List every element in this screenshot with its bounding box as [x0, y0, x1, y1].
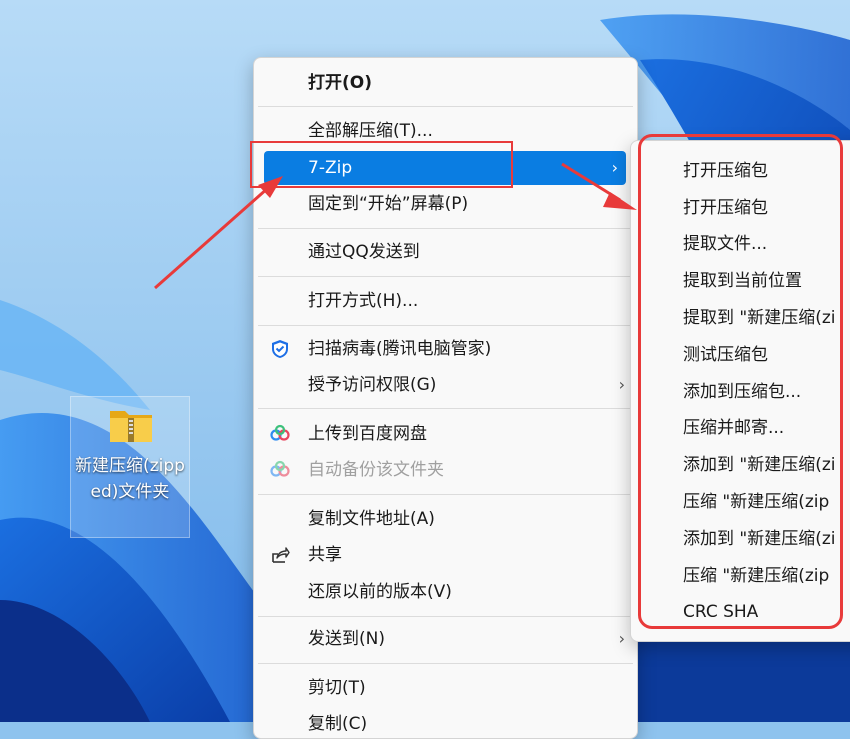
- menu-item-copy-path[interactable]: 复制文件地址(A): [258, 502, 633, 536]
- menu-divider: [258, 494, 633, 495]
- menu-item-label: 上传到百度网盘: [308, 424, 427, 444]
- menu-divider: [258, 408, 633, 409]
- menu-item-auto-backup[interactable]: 自动备份该文件夹: [258, 453, 633, 487]
- menu-item-open-with[interactable]: 打开方式(H)...: [258, 284, 633, 318]
- annotation-box-submenu: [638, 134, 843, 629]
- menu-item-label: 发送到(N): [308, 629, 385, 649]
- menu-divider: [258, 325, 633, 326]
- menu-item-label: 剪切(T): [308, 678, 366, 698]
- menu-item-share[interactable]: 共享: [258, 538, 633, 572]
- annotation-box-7zip: [250, 141, 513, 188]
- menu-divider: [258, 616, 633, 617]
- baidu-netdisk-icon: [270, 460, 290, 477]
- chevron-right-icon: ›: [618, 375, 625, 394]
- shield-icon: [272, 340, 288, 358]
- menu-item-label: 还原以前的版本(V): [308, 582, 452, 602]
- menu-item-label: 通过QQ发送到: [308, 242, 420, 262]
- menu-item-label: 复制文件地址(A): [308, 509, 435, 529]
- zip-folder-icon: [110, 411, 152, 442]
- menu-item-label: 共享: [308, 545, 342, 565]
- menu-item-grant-access[interactable]: 授予访问权限(G) ›: [258, 368, 633, 402]
- menu-item-label: 自动备份该文件夹: [308, 460, 444, 480]
- desktop-folder-label: 新建压缩(zipped)文件夹: [75, 456, 185, 502]
- menu-item-open[interactable]: 打开(O): [258, 66, 633, 100]
- menu-item-send-to[interactable]: 发送到(N) ›: [258, 622, 633, 656]
- menu-item-scan-virus[interactable]: 扫描病毒(腾讯电脑管家): [258, 332, 633, 366]
- menu-divider: [258, 228, 633, 229]
- menu-item-copy[interactable]: 复制(C): [258, 707, 633, 738]
- menu-divider: [258, 106, 633, 107]
- menu-item-send-qq[interactable]: 通过QQ发送到: [258, 235, 633, 269]
- menu-item-pin-start[interactable]: 固定到“开始”屏幕(P): [258, 187, 633, 221]
- menu-item-cut[interactable]: 剪切(T): [258, 671, 633, 705]
- share-icon: [272, 547, 290, 563]
- desktop-zip-folder[interactable]: 新建压缩(zipped)文件夹: [70, 396, 190, 538]
- baidu-netdisk-icon: [270, 424, 290, 441]
- menu-item-label: 打开(O): [308, 73, 372, 93]
- menu-item-label: 复制(C): [308, 714, 368, 734]
- menu-item-label: 固定到“开始”屏幕(P): [308, 194, 469, 214]
- chevron-right-icon: ›: [611, 158, 618, 177]
- menu-divider: [258, 276, 633, 277]
- menu-item-restore[interactable]: 还原以前的版本(V): [258, 575, 633, 609]
- menu-item-upload-baidu[interactable]: 上传到百度网盘: [258, 417, 633, 451]
- menu-item-label: 打开方式(H)...: [308, 291, 419, 311]
- chevron-right-icon: ›: [618, 629, 625, 648]
- menu-divider: [258, 663, 633, 664]
- menu-item-label: 授予访问权限(G): [308, 375, 437, 395]
- menu-item-label: 扫描病毒(腾讯电脑管家): [308, 339, 492, 359]
